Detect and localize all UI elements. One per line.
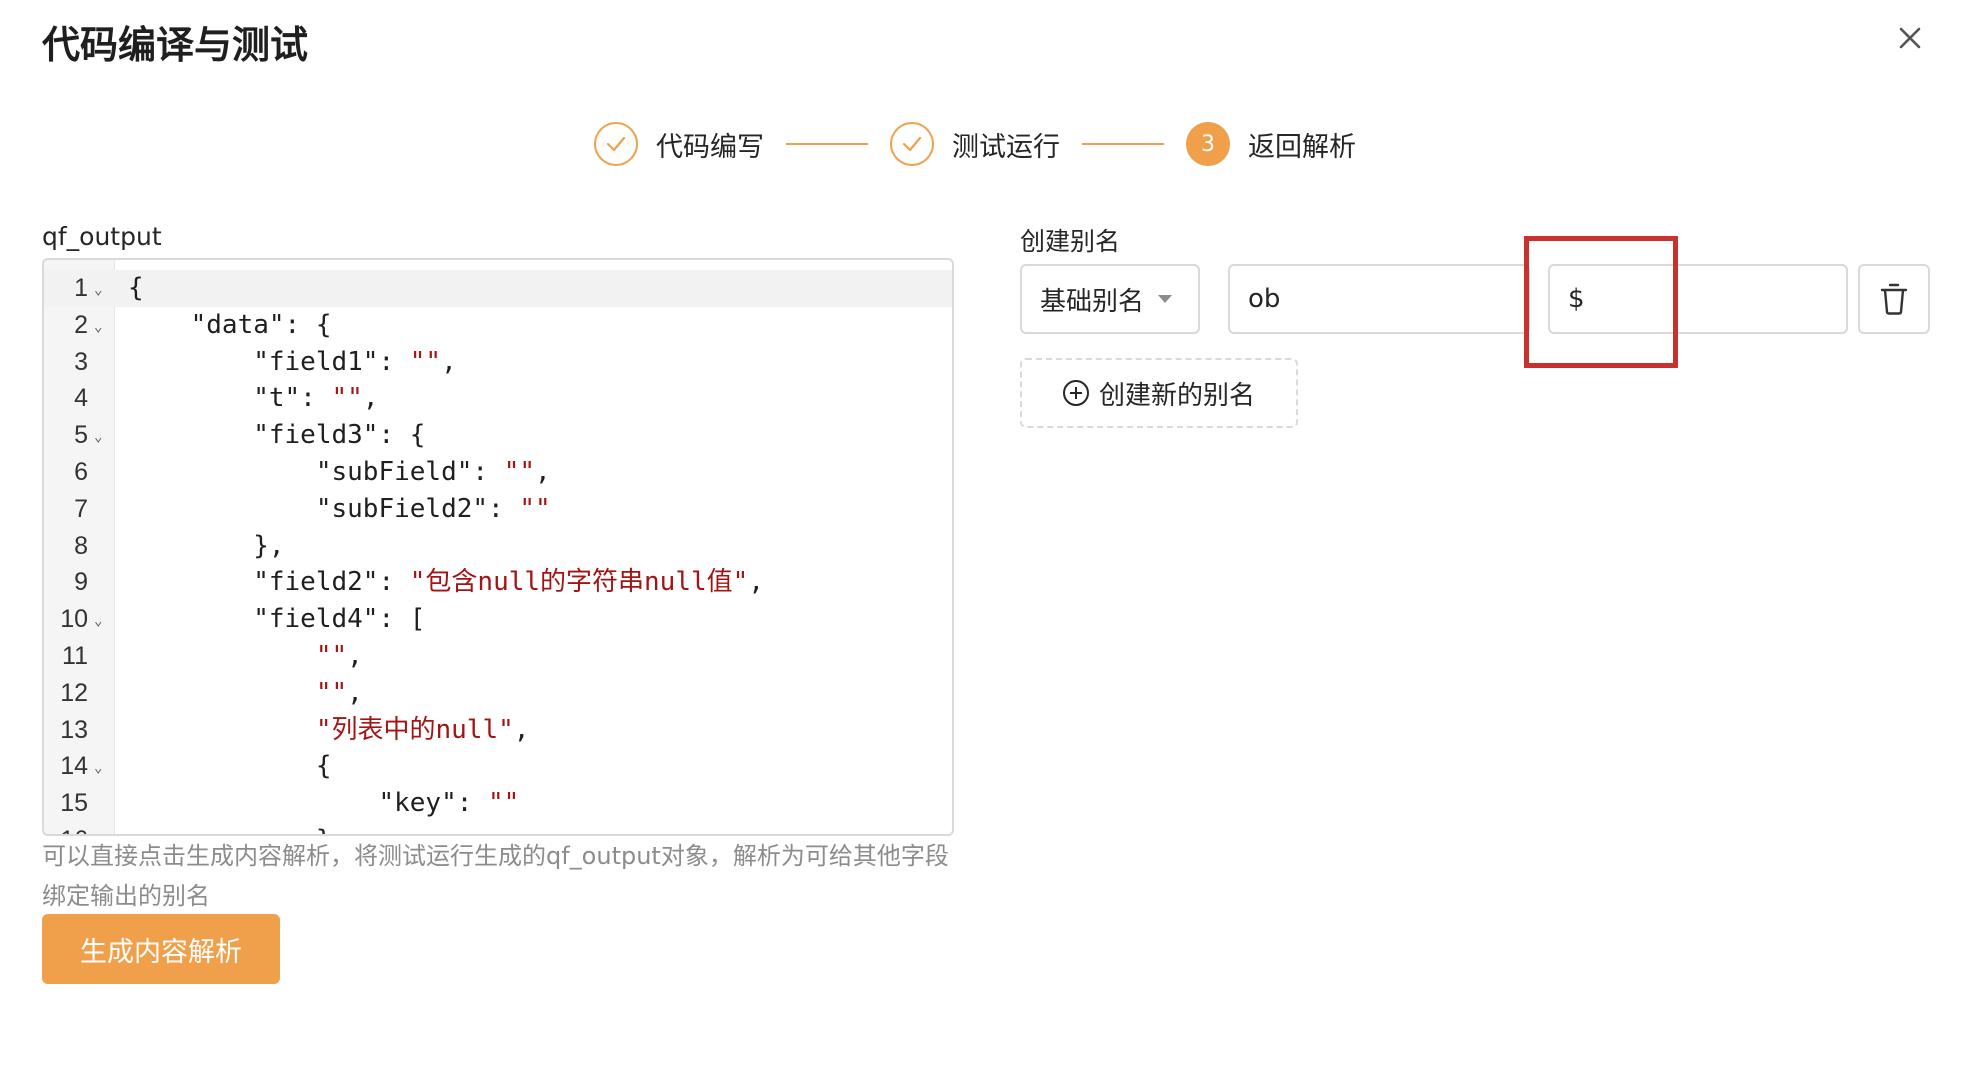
code-line: 13 "列表中的null", <box>44 712 952 749</box>
line-number: 1 <box>74 274 88 302</box>
code-text: "列表中的null", <box>315 714 530 745</box>
trash-icon <box>1880 283 1908 315</box>
alias-name-value: ob <box>1248 284 1281 314</box>
editor-label: qf_output <box>42 222 162 251</box>
code-text: "field3": { <box>128 420 426 451</box>
highlight-box <box>1524 236 1678 368</box>
steps-bar: 代码编写 测试运行 3 返回解析 <box>594 118 1356 170</box>
code-text: "", <box>315 640 363 671</box>
close-icon[interactable] <box>1890 18 1930 58</box>
code-line: 15 "key": "" <box>44 785 952 822</box>
alias-type-value: 基础别名 <box>1040 286 1145 317</box>
code-line: 11 "", <box>44 638 952 675</box>
line-number: 4 <box>74 384 88 413</box>
line-number: 11 <box>62 641 88 670</box>
code-line: 16 } <box>44 822 952 834</box>
code-line: 7 "subField2": "" <box>44 491 952 528</box>
delete-alias-button[interactable] <box>1858 264 1930 334</box>
code-text: "key": "" <box>128 788 520 819</box>
step-connector <box>1082 143 1164 145</box>
code-line: 10 ⌄ "field4": [ <box>44 601 952 638</box>
help-text: 可以直接点击生成内容解析，将测试运行生成的qf_output对象，解析为可给其他… <box>42 842 949 910</box>
line-number: 6 <box>74 457 88 486</box>
code-line: 5 ⌄ "field3": { <box>44 417 952 454</box>
line-number: 3 <box>74 347 88 376</box>
code-line: 4 "t": "", <box>44 380 952 417</box>
code-editor[interactable]: 1 ⌄{2 ⌄ "data": {3 "field1": "", 4 "t": "",… <box>42 258 954 836</box>
line-number: 15 <box>60 789 88 818</box>
code-text: "t": "", <box>128 383 379 414</box>
alias-section-label: 创建别名 <box>1020 227 1121 256</box>
create-new-alias-label: 创建新的别名 <box>1098 380 1255 411</box>
code-text: "field1": "", <box>128 346 457 377</box>
step-number: 3 <box>1186 122 1230 166</box>
code-text: } <box>128 822 332 834</box>
caret-down-icon <box>1158 295 1173 303</box>
step-label: 测试运行 <box>952 131 1060 163</box>
code-text: "subField": "", <box>128 456 551 487</box>
code-line: 2 ⌄ "data": { <box>44 307 952 344</box>
code-text: "subField2": "" <box>128 493 551 524</box>
generate-parse-button[interactable]: 生成内容解析 <box>42 914 280 984</box>
line-number: 7 <box>74 494 88 523</box>
check-icon <box>594 122 638 166</box>
line-number: 10 <box>60 605 88 634</box>
plus-circle-icon <box>1062 380 1089 406</box>
step-test-run: 测试运行 <box>890 122 1060 166</box>
fold-chevron-icon[interactable]: ⌄ <box>94 309 102 346</box>
step-label: 返回解析 <box>1248 131 1356 163</box>
code-line: 14 ⌄ { <box>44 748 952 785</box>
step-connector <box>786 143 868 145</box>
step-code-writing: 代码编写 <box>594 122 764 166</box>
code-text: "data": { <box>128 309 332 340</box>
code-line: 6 "subField": "", <box>44 454 952 491</box>
line-number: 9 <box>74 568 88 597</box>
code-text: { <box>128 751 332 782</box>
code-text: { <box>128 273 144 303</box>
line-number: 16 <box>44 822 88 834</box>
code-line: 9 "field2": "包含null的字符串null值", <box>44 564 952 601</box>
fold-chevron-icon[interactable]: ⌄ <box>94 272 102 309</box>
code-line: 1 ⌄ { <box>44 270 952 307</box>
fold-chevron-icon[interactable]: ⌄ <box>94 603 102 640</box>
line-number: 13 <box>60 715 88 744</box>
code-text: "field2": "包含null的字符串null值", <box>128 567 764 598</box>
code-text: "", <box>315 677 363 708</box>
step-label: 代码编写 <box>656 131 764 163</box>
code-lines: 1 ⌄{2 ⌄ "data": {3 "field1": "", 4 "t": "",… <box>44 270 952 834</box>
alias-name-input[interactable]: ob <box>1228 264 1530 334</box>
code-line: 8 }, <box>44 528 952 565</box>
line-number: 5 <box>74 421 88 450</box>
dialog-title: 代码编译与测试 <box>42 23 309 67</box>
fold-chevron-icon[interactable]: ⌄ <box>94 750 102 787</box>
code-line: 3 "field1": "", <box>44 344 952 381</box>
create-new-alias-button[interactable]: 创建新的别名 <box>1020 358 1298 428</box>
line-number: 2 <box>74 310 88 339</box>
fold-chevron-icon[interactable]: ⌄ <box>94 419 102 456</box>
alias-type-select[interactable]: 基础别名 <box>1020 264 1200 334</box>
line-number: 14 <box>60 752 88 781</box>
check-icon <box>890 122 934 166</box>
code-text: }, <box>128 530 285 561</box>
code-line: 12 "", <box>44 675 952 712</box>
line-number: 12 <box>60 678 88 707</box>
step-return-parse: 3 返回解析 <box>1186 122 1356 166</box>
code-text: "field4": [ <box>128 604 426 635</box>
line-number: 8 <box>74 531 88 560</box>
